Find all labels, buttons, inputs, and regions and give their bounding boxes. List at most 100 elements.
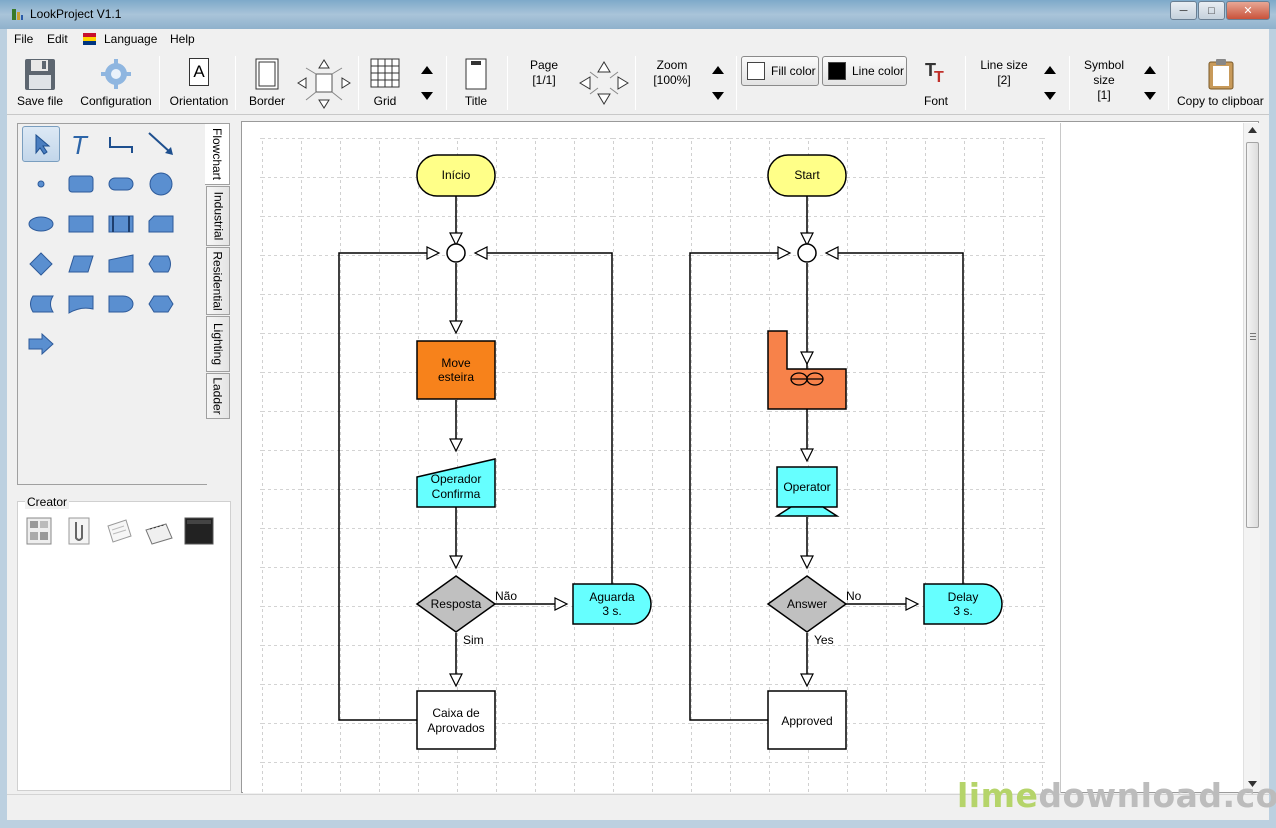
rectangle-shape[interactable] [62,206,100,242]
left-end-box[interactable] [416,690,496,750]
pointer-icon [35,133,51,155]
symbol-size-indicator: Symbol size [1] [1083,58,1124,102]
border-icon [255,58,279,90]
minimize-button[interactable]: ─ [1170,1,1197,20]
tab-industrial[interactable]: Industrial [206,186,230,246]
delay-shape[interactable] [102,286,140,322]
flowchart-canvas[interactable]: Início Move esteira Operador Confirma Re… [243,123,1061,793]
arrow-up-icon [421,66,433,74]
black-screen-icon [184,517,214,545]
left-end-label-2: Aprovados [427,721,484,735]
orientation-button[interactable]: A Orientation [165,50,233,114]
text-tool[interactable]: T [62,126,100,162]
page-nav-icon[interactable] [576,58,632,108]
maximize-button[interactable]: □ [1198,1,1225,20]
display-shape[interactable] [142,246,180,282]
terminal-shape[interactable] [102,166,140,202]
creator-title: Creator [25,495,70,509]
card-shape[interactable] [142,206,180,242]
grid-up-button[interactable] [416,60,438,80]
drawing-page[interactable]: Início Move esteira Operador Confirma Re… [243,123,1061,793]
fill-color-button[interactable]: Fill color [741,56,819,86]
shape-palette: T [17,123,207,485]
scrollbar-thumb[interactable] [1246,142,1259,528]
menu-edit[interactable]: Edit [47,32,68,46]
connector-tool[interactable] [102,126,140,162]
stored-data-shape[interactable] [22,286,60,322]
toolbar: Save file Configuration A Orientation Bo… [7,50,1269,115]
fill-color-swatch [747,62,765,80]
card-icon [148,215,174,233]
left-end-label-1: Caixa de [432,706,480,720]
menu-language[interactable]: Language [104,32,157,46]
process-shape[interactable] [62,166,100,202]
flag-icon [83,33,96,45]
tab-residential[interactable]: Residential [206,247,230,315]
creator-preview-button[interactable] [182,514,216,548]
grid-down-button[interactable] [416,86,438,106]
zoom-in-button[interactable] [707,60,729,80]
line-tool[interactable] [142,126,180,162]
creator-new-symbol-button[interactable] [22,514,56,548]
creator-notepad-button[interactable] [142,514,176,548]
move-pad-icon[interactable] [296,58,352,110]
symbol-size-down-button[interactable] [1139,86,1161,106]
left-junction[interactable] [446,243,466,263]
menu-help[interactable]: Help [170,32,195,46]
line-size-up-button[interactable] [1039,60,1061,80]
creator-attach-button[interactable] [62,514,96,548]
creator-edit-button[interactable] [102,514,136,548]
subprocess-shape[interactable] [102,206,140,242]
border-button[interactable]: Border [243,50,291,114]
data-shape[interactable] [62,246,100,282]
terminal-icon [108,177,134,191]
menu-file[interactable]: File [14,32,33,46]
right-junction[interactable] [797,243,817,263]
stored-data-icon [30,295,54,313]
tab-ladder[interactable]: Ladder [206,373,230,419]
document-shape[interactable] [62,286,100,322]
clipboard-icon [1208,59,1234,90]
point-shape[interactable] [22,166,60,202]
page-indicator: Page [1/1] [529,58,559,87]
arrow-down-icon [421,92,433,100]
line-size-down-button[interactable] [1039,86,1061,106]
arrow-line-icon [148,132,173,155]
ellipse-shape[interactable] [22,206,60,242]
watermark-logo: limedownload.com [957,776,1276,815]
circle-shape[interactable] [142,166,180,202]
copy-to-clipboard-button[interactable]: Copy to clipboar [1173,50,1269,114]
scroll-up-icon[interactable] [1248,127,1257,133]
select-tool[interactable] [22,126,60,162]
line-color-button[interactable]: Line color [822,56,907,86]
display-icon [148,255,171,273]
vertical-scrollbar[interactable] [1243,123,1260,792]
close-button[interactable]: ✕ [1226,1,1270,20]
left-delay-label-2: 3 s. [602,604,621,618]
decision-shape[interactable] [22,246,60,282]
right-no-label: No [846,589,862,603]
arrow-down-icon [1144,92,1156,100]
arrow-shape[interactable] [22,326,60,362]
left-start-label: Início [442,168,471,182]
paperclip-icon [68,517,90,545]
manual-input-shape[interactable] [102,246,140,282]
window-frame-right [1269,50,1276,828]
arrow-up-icon [1044,66,1056,74]
gear-icon [101,59,131,89]
right-operator-label: Operator [783,480,830,494]
title-button[interactable]: Title [454,50,498,114]
line-size-indicator: Line size [2] [980,58,1028,87]
font-button[interactable]: T T Font [915,50,957,114]
arrow-up-icon [712,66,724,74]
save-file-button[interactable]: Save file [13,50,67,114]
tab-flowchart[interactable]: Flowchart [205,123,230,185]
left-process-label-2: esteira [438,370,474,384]
zoom-out-button[interactable] [707,86,729,106]
symbol-size-up-button[interactable] [1139,60,1161,80]
right-delay-label-2: 3 s. [953,604,972,618]
grid-button[interactable]: Grid [363,50,407,114]
configuration-button[interactable]: Configuration [77,50,155,114]
preparation-shape[interactable] [142,286,180,322]
tab-lighting[interactable]: Lighting [206,316,230,372]
